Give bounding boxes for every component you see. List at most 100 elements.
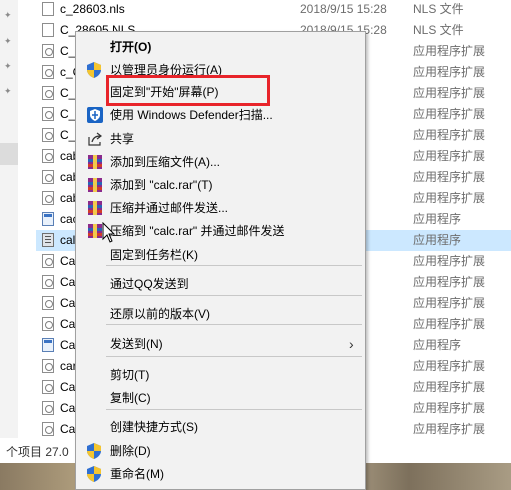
- file-type: 应用程序扩展: [413, 44, 486, 58]
- calc-icon: [42, 233, 54, 247]
- dll-icon: [42, 359, 54, 373]
- file-name: Ca: [60, 401, 76, 415]
- menu-item-label: 删除(D): [110, 444, 151, 458]
- file-type: 应用程序: [413, 338, 462, 352]
- defender-icon: [87, 107, 103, 123]
- menu-item[interactable]: 固定到任务栏(K): [77, 244, 364, 266]
- file-icon: [42, 2, 54, 16]
- nav-selected-item[interactable]: [0, 143, 18, 165]
- chevron-right-icon: ›: [349, 336, 354, 352]
- dll-icon: [42, 65, 54, 79]
- pin-icon[interactable]: ✦: [4, 37, 13, 46]
- file-type: 应用程序扩展: [413, 128, 486, 142]
- dll-icon: [42, 86, 54, 100]
- menu-item[interactable]: 删除(D): [77, 440, 364, 462]
- menu-separator: [106, 409, 362, 410]
- winrar-icon: [87, 223, 103, 239]
- file-name: Ca: [60, 380, 76, 394]
- dll-icon: [42, 44, 54, 58]
- menu-item[interactable]: 添加到 "calc.rar"(T): [77, 174, 364, 196]
- menu-item-label: 创建快捷方式(S): [110, 420, 198, 434]
- file-type: 应用程序扩展: [413, 170, 486, 184]
- menu-item-label: 打开(O): [110, 40, 152, 54]
- app-icon: [42, 338, 54, 352]
- navigation-pane: ✦ ✦ ✦ ✦: [0, 0, 18, 438]
- menu-item[interactable]: 压缩并通过邮件发送...: [77, 197, 364, 219]
- file-type: 应用程序扩展: [413, 149, 486, 163]
- file-type: 应用程序扩展: [413, 296, 486, 310]
- file-name: Ca: [60, 254, 76, 268]
- file-name: Ca: [60, 275, 76, 289]
- dll-icon: [42, 401, 54, 415]
- file-type: 应用程序扩展: [413, 86, 486, 100]
- menu-separator: [106, 265, 362, 266]
- file-type: 应用程序扩展: [413, 65, 486, 79]
- pin-icon[interactable]: ✦: [4, 87, 13, 96]
- uac-shield-icon: [87, 443, 103, 459]
- menu-item-label: 共享: [110, 132, 135, 146]
- dll-icon: [42, 380, 54, 394]
- menu-item-label: 添加到压缩文件(A)...: [110, 155, 220, 169]
- file-icon: [42, 23, 54, 37]
- menu-item-label: 固定到任务栏(K): [110, 248, 198, 262]
- status-text: 个项目 27.0: [6, 445, 69, 459]
- file-type: 应用程序扩展: [413, 401, 486, 415]
- file-type: 应用程序扩展: [413, 380, 486, 394]
- menu-item[interactable]: 发送到(N) ›: [77, 333, 364, 355]
- menu-item-label: 使用 Windows Defender扫描...: [110, 108, 273, 122]
- dll-icon: [42, 170, 54, 184]
- winrar-icon: [87, 154, 103, 170]
- share-icon: [87, 131, 103, 147]
- winrar-icon: [87, 177, 103, 193]
- dll-icon: [42, 422, 54, 436]
- menu-separator: [106, 295, 362, 296]
- dll-icon: [42, 254, 54, 268]
- uac-shield-icon: [87, 62, 103, 78]
- menu-item[interactable]: 共享: [77, 128, 364, 150]
- dll-icon: [42, 275, 54, 289]
- menu-item-label: 重命名(M): [110, 467, 164, 481]
- menu-item[interactable]: 添加到压缩文件(A)...: [77, 151, 364, 173]
- menu-item-label: 复制(C): [110, 391, 151, 405]
- menu-item[interactable]: 压缩到 "calc.rar" 并通过邮件发送: [77, 220, 364, 242]
- mouse-cursor-icon: [102, 222, 116, 243]
- file-type: 应用程序扩展: [413, 191, 486, 205]
- winrar-icon: [87, 200, 103, 216]
- menu-item[interactable]: 通过QQ发送到: [77, 273, 364, 295]
- dll-icon: [42, 296, 54, 310]
- file-type: 应用程序扩展: [413, 254, 486, 268]
- menu-item[interactable]: 重命名(M): [77, 463, 364, 485]
- uac-shield-icon: [87, 466, 103, 482]
- menu-item-label: 通过QQ发送到: [110, 277, 189, 291]
- pin-icon[interactable]: ✦: [4, 11, 13, 20]
- menu-item[interactable]: 使用 Windows Defender扫描...: [77, 104, 364, 126]
- menu-item[interactable]: 还原以前的版本(V): [77, 303, 364, 325]
- menu-item[interactable]: 复制(C): [77, 387, 364, 409]
- file-type: 应用程序扩展: [413, 107, 486, 121]
- file-type: 应用程序扩展: [413, 275, 486, 289]
- file-type: 应用程序扩展: [413, 359, 486, 373]
- dll-icon: [42, 107, 54, 121]
- menu-item[interactable]: 打开(O): [77, 36, 364, 58]
- menu-item[interactable]: 剪切(T): [77, 364, 364, 386]
- file-type: 应用程序: [413, 233, 462, 247]
- file-row[interactable]: c_28603.nls 2018/9/15 15:28 NLS 文件: [36, 0, 511, 20]
- file-name: c_28603.nls: [60, 2, 125, 16]
- file-name: Ca: [60, 338, 76, 352]
- app-icon: [42, 212, 54, 226]
- menu-item[interactable]: 创建快捷方式(S): [77, 416, 364, 438]
- file-name: Ca: [60, 296, 76, 310]
- file-type: NLS 文件: [413, 23, 464, 37]
- dll-icon: [42, 149, 54, 163]
- dll-icon: [42, 128, 54, 142]
- dll-icon: [42, 317, 54, 331]
- dll-icon: [42, 191, 54, 205]
- pin-icon[interactable]: ✦: [4, 62, 13, 71]
- menu-separator: [106, 356, 362, 357]
- menu-item-label: 剪切(T): [110, 368, 150, 382]
- menu-item-label: 发送到(N): [110, 337, 163, 351]
- file-date: 2018/9/15 15:28: [300, 2, 387, 16]
- file-type: 应用程序扩展: [413, 317, 486, 331]
- file-name: Ca: [60, 317, 76, 331]
- file-name: Ca: [60, 422, 76, 436]
